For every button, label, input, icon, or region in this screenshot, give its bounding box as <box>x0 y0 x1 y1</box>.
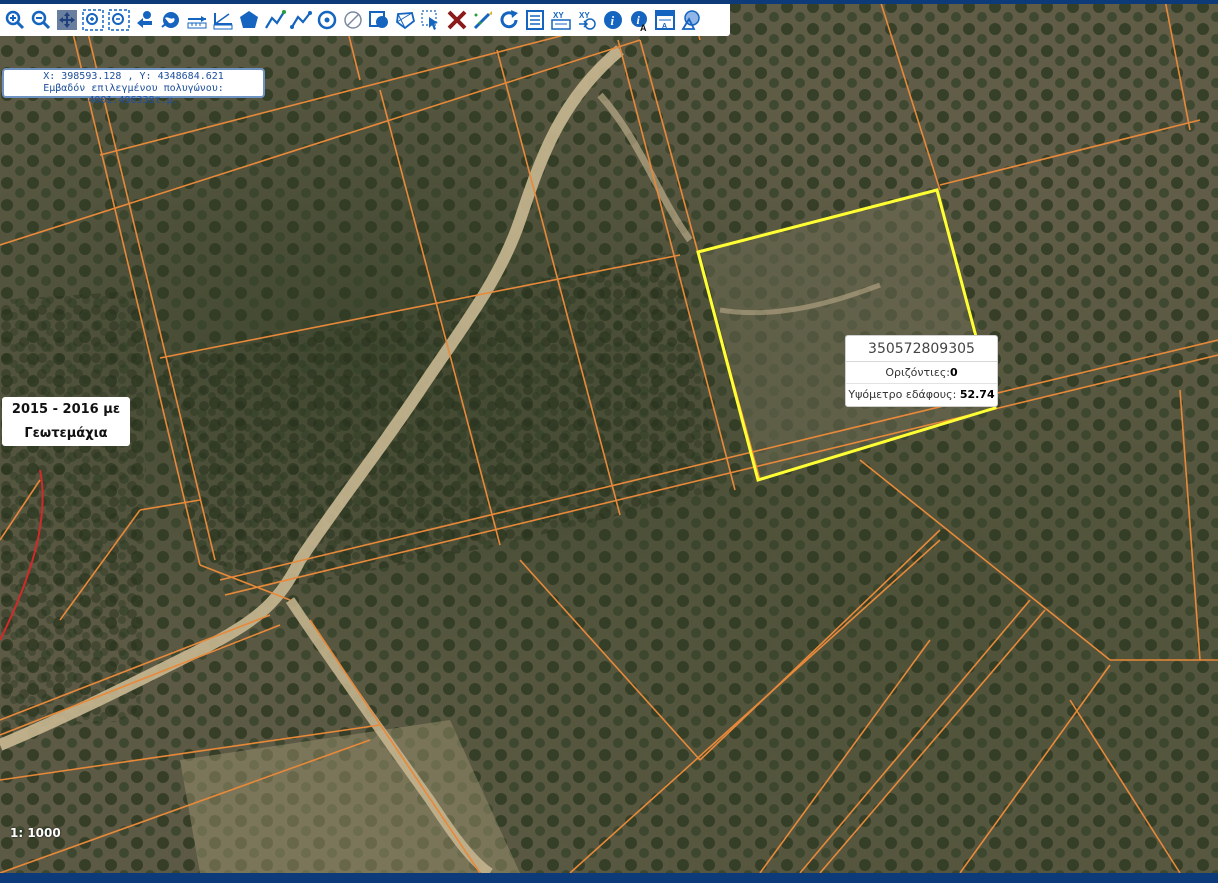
elevation-value: 52.74 <box>959 388 995 401</box>
zoom-in-icon[interactable] <box>2 6 28 34</box>
previous-extent-icon[interactable] <box>132 6 158 34</box>
polygon-vertices-icon[interactable] <box>392 6 418 34</box>
elevation-label: Υψόμετρο εδάφους: <box>848 388 957 401</box>
clear-icon[interactable] <box>444 6 470 34</box>
coordinates-xy-text: X: 398593.128 , Y: 4348684.621 <box>43 71 224 82</box>
svg-text:XY: XY <box>553 11 564 20</box>
draw-line-icon[interactable] <box>288 6 314 34</box>
report-icon[interactable] <box>522 6 548 34</box>
select-polygon-icon[interactable] <box>366 6 392 34</box>
zoom-box-in-icon[interactable] <box>80 6 106 34</box>
horizontals-value: 0 <box>950 366 958 379</box>
no-draw-icon[interactable] <box>340 6 366 34</box>
map-scale: 1: 1000 <box>10 826 61 840</box>
layer-title-label: 2015 - 2016 με Γεωτεμάχια <box>2 397 130 446</box>
info-icon[interactable]: i <box>600 6 626 34</box>
map-toolbar: XY XY i iA A <box>0 4 730 36</box>
layer-title-line1: 2015 - 2016 με <box>11 402 121 417</box>
measure-distance-icon[interactable] <box>184 6 210 34</box>
svg-text:i: i <box>611 13 615 28</box>
measure-angle-icon[interactable] <box>210 6 236 34</box>
svg-text:A: A <box>662 23 667 30</box>
goto-xy-icon[interactable]: XY <box>574 6 600 34</box>
horizontals-label: Οριζόντιες: <box>885 366 951 379</box>
measure-area-icon[interactable] <box>236 6 262 34</box>
info-label-icon[interactable]: iA <box>626 6 652 34</box>
bottom-accent-bar <box>0 873 1218 883</box>
elevation-row: Υψόμετρο εδάφους: 52.74 <box>846 384 997 406</box>
pan-icon[interactable] <box>54 6 80 34</box>
layer-title-line2: Γεωτεμάχια <box>24 426 108 441</box>
polyline-icon[interactable] <box>262 6 288 34</box>
circle-target-icon[interactable] <box>314 6 340 34</box>
globe-extent-icon[interactable] <box>158 6 184 34</box>
parcel-info-popup: 350572809305 Οριζόντιες:0 Υψόμετρο εδάφο… <box>845 335 998 407</box>
coordinates-xy-icon[interactable]: XY <box>548 6 574 34</box>
coordinates-display: X: 398593.128 , Y: 4348684.621 Εμβαδόν ε… <box>2 68 265 106</box>
horizontals-row: Οριζόντιες:0 <box>846 362 997 384</box>
select-cursor-icon[interactable] <box>418 6 444 34</box>
parcel-code: 350572809305 <box>846 336 997 362</box>
zoom-box-out-icon[interactable] <box>106 6 132 34</box>
legend-icon[interactable]: A <box>652 6 678 34</box>
map-view[interactable] <box>0 0 1218 873</box>
layers-icon[interactable] <box>678 6 704 34</box>
edit-pencil-icon[interactable] <box>470 6 496 34</box>
zoom-out-icon[interactable] <box>28 6 54 34</box>
aerial-imagery <box>0 0 1218 873</box>
polygon-area-text: Εμβαδόν επιλεγμένου πολυγώνου: 4001.4963… <box>43 83 224 106</box>
refresh-icon[interactable] <box>496 6 522 34</box>
svg-text:A: A <box>640 23 647 31</box>
